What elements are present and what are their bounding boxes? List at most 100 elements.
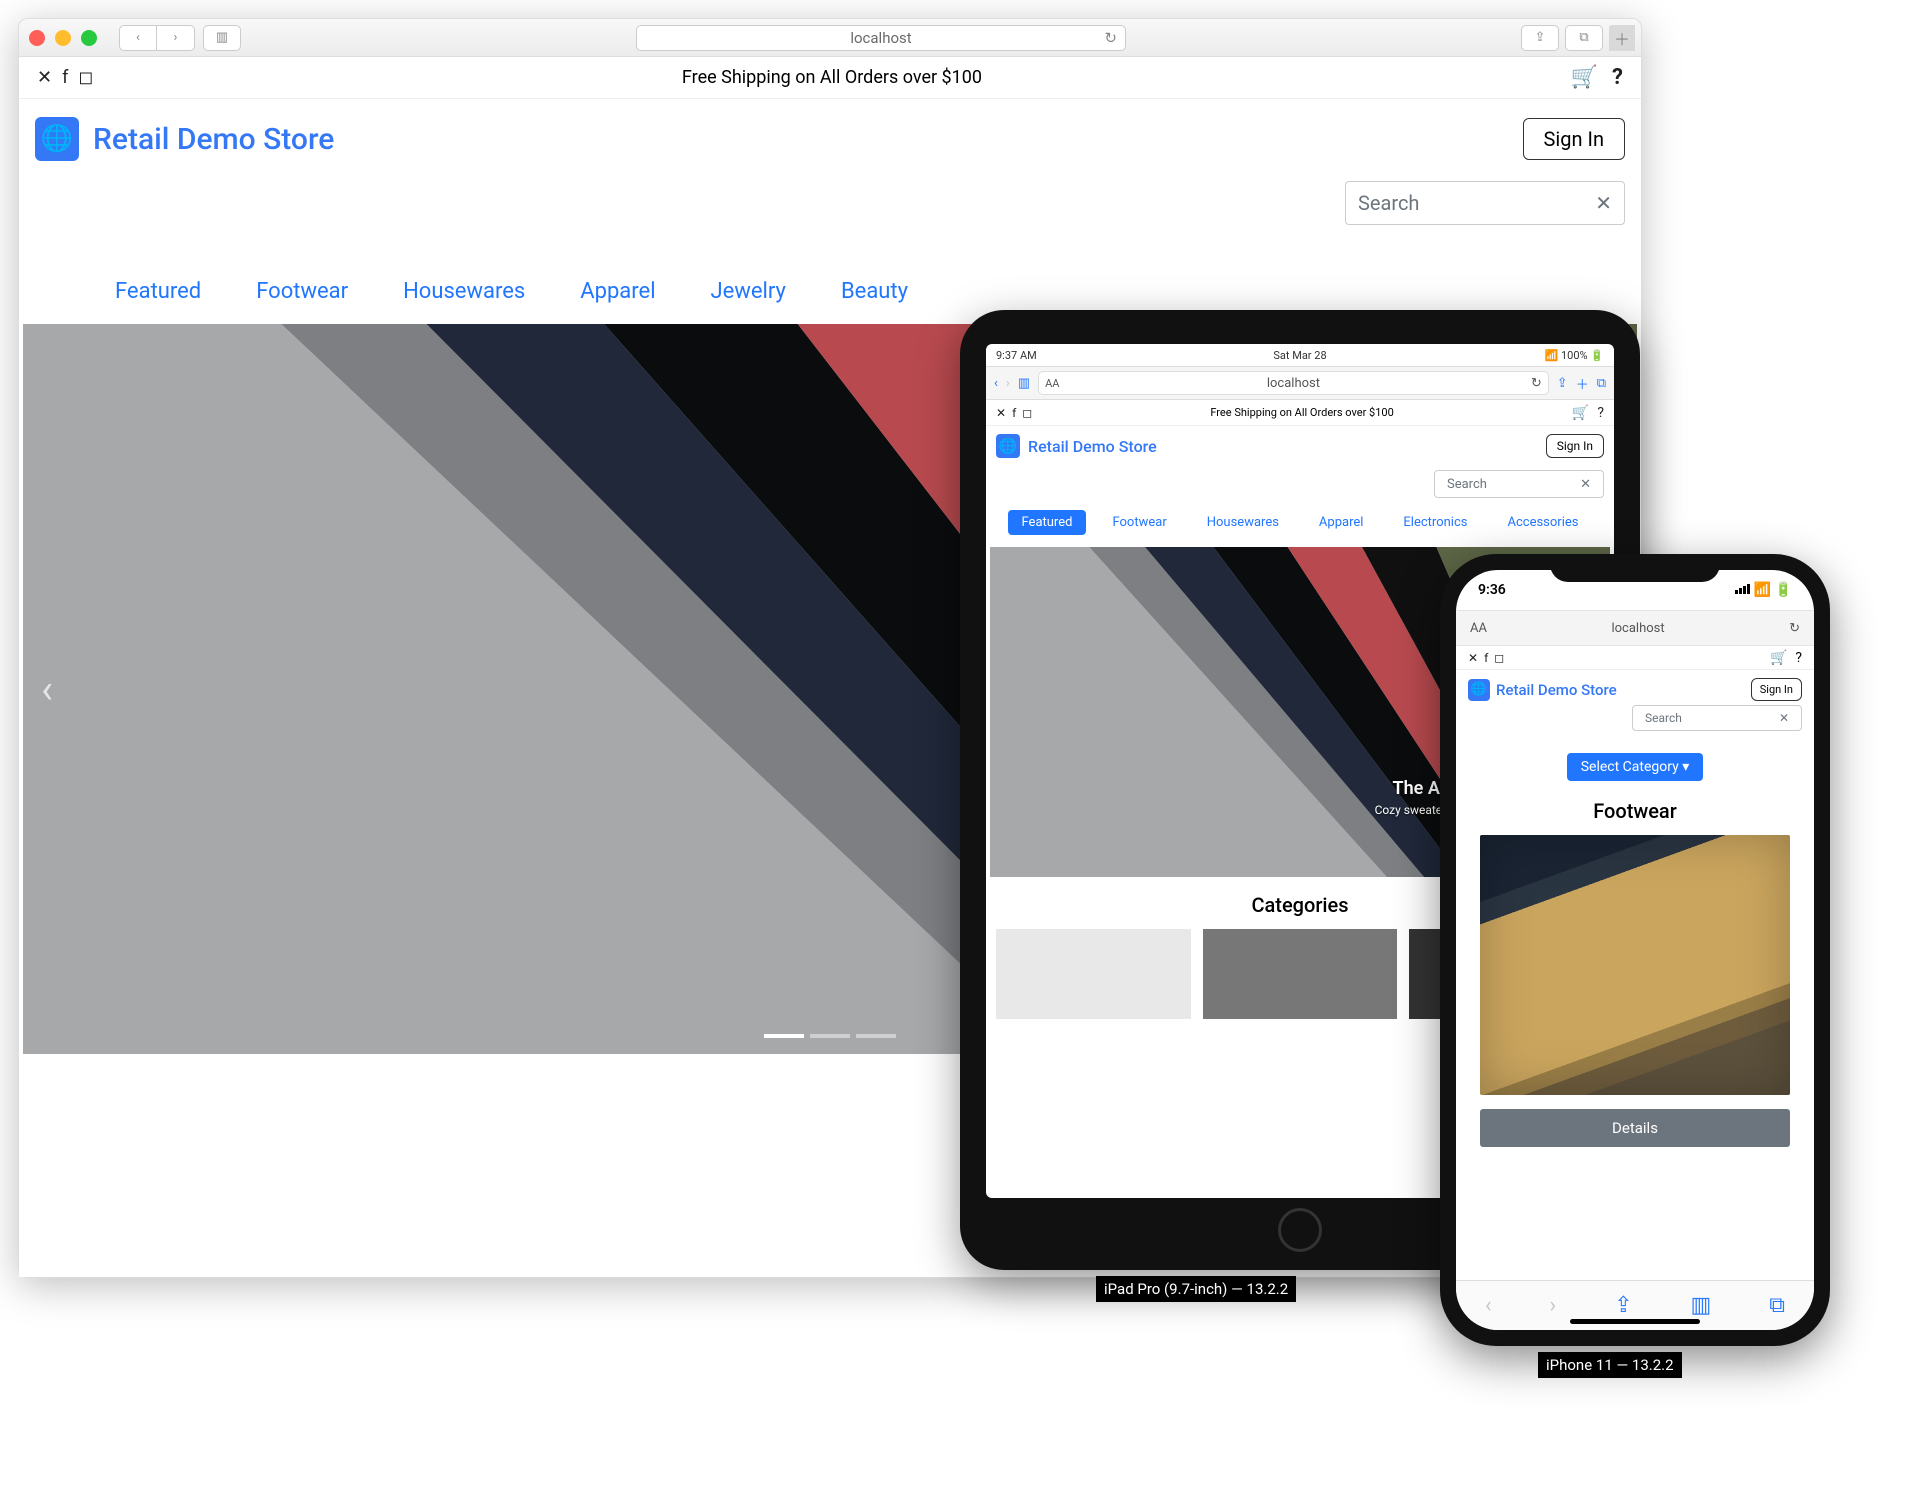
tab-featured[interactable]: Featured — [1008, 510, 1087, 535]
phone-sign-in-button[interactable]: Sign In — [1751, 678, 1802, 701]
help-icon[interactable]: ? — [1612, 65, 1623, 90]
nav-beauty[interactable]: Beauty — [841, 279, 908, 304]
promo-bar: ✕ f ◻ Free Shipping on All Orders over $… — [19, 57, 1641, 99]
instagram-icon[interactable]: ◻ — [78, 67, 93, 88]
product-card: Details — [1480, 835, 1790, 1147]
cart-icon[interactable]: 🛒 — [1571, 65, 1598, 90]
phone-refresh-icon[interactable]: ↻ — [1789, 621, 1800, 636]
product-image[interactable] — [1480, 835, 1790, 1095]
promo-text: Free Shipping on All Orders over $100 — [93, 67, 1570, 88]
tablet-home-button[interactable] — [1278, 1208, 1322, 1252]
nav-forward-button[interactable]: › — [157, 25, 195, 51]
phone-status-time: 9:36 — [1478, 582, 1506, 598]
sidebar-toggle-button[interactable]: ▥ — [203, 25, 241, 51]
tablet-promo-text: Free Shipping on All Orders over $100 — [1210, 406, 1393, 419]
reader-aa-icon[interactable]: AA — [1045, 377, 1059, 390]
phone-search-clear-icon[interactable]: ✕ — [1779, 711, 1789, 725]
traffic-light-zoom[interactable] — [81, 30, 97, 46]
carousel-prev-button[interactable]: ‹ — [23, 666, 71, 713]
instagram-icon[interactable]: ◻ — [1022, 406, 1032, 420]
tablet-search-input[interactable]: Search ✕ — [1434, 470, 1604, 498]
share-button[interactable]: ⇪ — [1521, 25, 1559, 51]
tablet-search-clear-icon[interactable]: ✕ — [1580, 477, 1591, 492]
browser-titlebar: ‹ › ▥ localhost ↻ ⇪ ⧉ ＋ — [19, 19, 1641, 57]
tablet-search-placeholder: Search — [1447, 477, 1487, 492]
nav-jewelry[interactable]: Jewelry — [711, 279, 786, 304]
carousel-indicator[interactable] — [810, 1034, 850, 1038]
tablet-url-bar: ‹ › ▥ AA localhost ↻ ⇪ ＋ ⧉ — [986, 366, 1614, 400]
phone-forward-icon[interactable]: › — [1550, 1293, 1557, 1318]
details-button[interactable]: Details — [1480, 1109, 1790, 1147]
brand-title[interactable]: Retail Demo Store — [93, 122, 334, 157]
help-icon[interactable]: ? — [1795, 650, 1802, 666]
nav-footwear[interactable]: Footwear — [256, 279, 348, 304]
traffic-light-minimize[interactable] — [55, 30, 71, 46]
phone-category-title: Footwear — [1456, 787, 1814, 835]
phone-screen: 9:36 📶 🔋 AA localhost ↻ ✕ f ◻ 🛒 ? — [1456, 570, 1814, 1330]
tablet-tabs-icon[interactable]: ⧉ — [1597, 376, 1606, 391]
twitter-icon[interactable]: ✕ — [996, 406, 1006, 420]
nav-apparel[interactable]: Apparel — [580, 279, 655, 304]
sign-in-button[interactable]: Sign In — [1523, 118, 1625, 160]
search-input[interactable]: Search ✕ — [1345, 181, 1625, 225]
phone-back-icon[interactable]: ‹ — [1485, 1293, 1492, 1318]
tablet-refresh-icon[interactable]: ↻ — [1531, 376, 1542, 391]
twitter-icon[interactable]: ✕ — [1468, 651, 1478, 665]
tablet-newtab-icon[interactable]: ＋ — [1576, 374, 1589, 393]
tab-apparel[interactable]: Apparel — [1305, 510, 1378, 535]
tab-footwear[interactable]: Footwear — [1098, 510, 1180, 535]
phone-aa-icon[interactable]: AA — [1470, 621, 1487, 636]
tablet-sign-in-button[interactable]: Sign In — [1546, 434, 1604, 458]
phone-status-bar: 9:36 📶 🔋 — [1456, 570, 1814, 610]
search-clear-icon[interactable]: ✕ — [1595, 191, 1612, 215]
cart-icon[interactable]: 🛒 — [1572, 405, 1589, 421]
tablet-brand-title[interactable]: Retail Demo Store — [1028, 437, 1157, 456]
phone-status-indicators: 📶 🔋 — [1735, 582, 1792, 598]
tab-accessories[interactable]: Accessories — [1493, 510, 1592, 535]
tablet-share-icon[interactable]: ⇪ — [1557, 376, 1568, 391]
address-bar[interactable]: localhost ↻ — [636, 25, 1126, 51]
tab-electronics[interactable]: Electronics — [1389, 510, 1481, 535]
twitter-icon[interactable]: ✕ — [37, 67, 52, 88]
facebook-icon[interactable]: f — [1012, 406, 1016, 420]
new-tab-button[interactable]: ＋ — [1609, 25, 1635, 51]
brand-logo-icon[interactable]: 🌐 — [35, 117, 79, 161]
nav-featured[interactable]: Featured — [115, 279, 201, 304]
help-icon[interactable]: ? — [1597, 405, 1604, 421]
select-category-dropdown[interactable]: Select Category ▾ — [1567, 753, 1704, 781]
tablet-status-bar: 9:37 AM Sat Mar 28 📶 100% 🔋 — [986, 344, 1614, 366]
phone-share-icon[interactable]: ⇪ — [1614, 1293, 1632, 1318]
tablet-sidebar-icon[interactable]: ▥ — [1018, 376, 1030, 391]
search-placeholder: Search — [1358, 191, 1419, 215]
nav-back-button[interactable]: ‹ — [119, 25, 157, 51]
brand-row: 🌐 Retail Demo Store Sign In — [19, 99, 1641, 171]
carousel-indicator[interactable] — [856, 1034, 896, 1038]
phone-home-indicator[interactable] — [1570, 1319, 1700, 1324]
tabs-button[interactable]: ⧉ — [1565, 25, 1603, 51]
traffic-light-close[interactable] — [29, 30, 45, 46]
phone-brand-title[interactable]: Retail Demo Store — [1496, 681, 1617, 699]
tablet-forward-icon[interactable]: › — [1006, 376, 1010, 391]
phone-bookmarks-icon[interactable]: ▥ — [1690, 1293, 1711, 1318]
cart-icon[interactable]: 🛒 — [1770, 650, 1787, 666]
instagram-icon[interactable]: ◻ — [1494, 651, 1504, 665]
facebook-icon[interactable]: f — [62, 67, 68, 88]
category-card[interactable] — [1203, 929, 1398, 1019]
tab-housewares[interactable]: Housewares — [1193, 510, 1293, 535]
phone-tabs-icon[interactable]: ⧉ — [1769, 1293, 1785, 1318]
tablet-address-bar[interactable]: AA localhost ↻ — [1038, 371, 1549, 395]
tablet-brand-logo-icon[interactable]: 🌐 — [996, 434, 1020, 458]
social-icons: ✕ f ◻ — [37, 67, 93, 88]
tablet-status-date: Sat Mar 28 — [986, 349, 1614, 362]
tablet-back-icon[interactable]: ‹ — [994, 376, 998, 391]
carousel-indicators — [764, 1034, 896, 1038]
tablet-url-text: localhost — [1267, 376, 1320, 391]
refresh-icon[interactable]: ↻ — [1104, 29, 1117, 47]
category-card[interactable] — [996, 929, 1191, 1019]
carousel-indicator[interactable] — [764, 1034, 804, 1038]
nav-housewares[interactable]: Housewares — [403, 279, 525, 304]
phone-url-text: localhost — [1611, 621, 1664, 636]
facebook-icon[interactable]: f — [1484, 651, 1488, 665]
phone-brand-logo-icon[interactable]: 🌐 — [1468, 679, 1490, 701]
phone-search-input[interactable]: Search ✕ — [1632, 705, 1802, 731]
